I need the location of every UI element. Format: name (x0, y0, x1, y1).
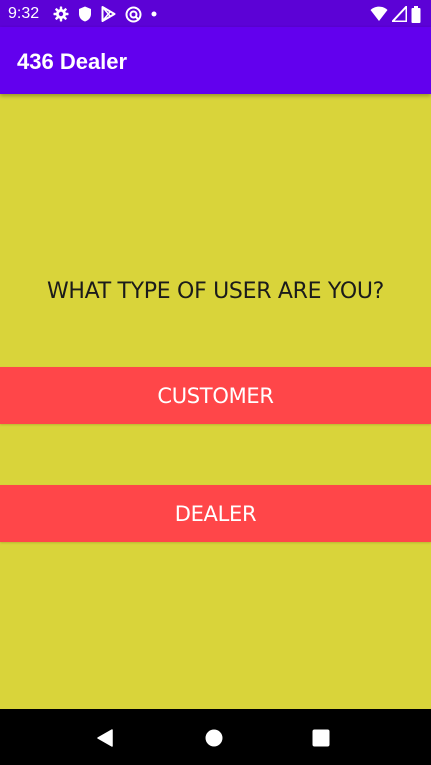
play-store-icon (101, 6, 116, 22)
status-system-icons (370, 5, 421, 23)
recents-icon[interactable] (310, 727, 332, 749)
user-type-question: WHAT TYPE OF USER ARE YOU? (46, 279, 385, 304)
app-bar: 436 Dealer (0, 27, 431, 94)
battery-icon (411, 5, 421, 23)
status-notification-icons (53, 5, 157, 23)
status-time: 9:32 (8, 5, 40, 22)
user-type-screen: WHAT TYPE OF USER ARE YOU? CUSTOMER DEAL… (0, 94, 431, 709)
app-title: 436 Dealer (17, 49, 128, 74)
signal-icon (392, 6, 407, 22)
dot-icon (151, 11, 157, 17)
navigation-bar (0, 709, 431, 765)
customer-button[interactable]: CUSTOMER (0, 367, 431, 424)
status-bar: 9:32 (0, 0, 431, 27)
settings-icon (53, 6, 69, 22)
vpn-icon (125, 6, 142, 23)
dealer-button[interactable]: DEALER (0, 485, 431, 542)
back-icon[interactable] (94, 727, 116, 749)
shield-icon (78, 6, 92, 22)
wifi-icon (370, 6, 388, 22)
home-icon[interactable] (203, 727, 225, 749)
